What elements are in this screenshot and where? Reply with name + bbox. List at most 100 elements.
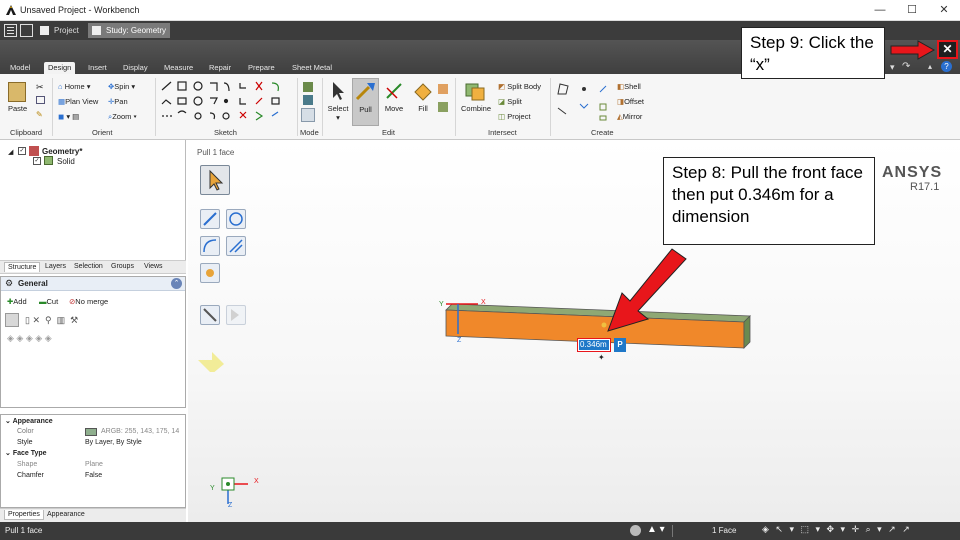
combine-tool[interactable]: Combine (460, 80, 492, 120)
dimension-input[interactable]: 0.346m (579, 340, 609, 350)
ribbon-tab-model[interactable]: Model (6, 62, 34, 74)
tree-item-geometry[interactable]: Geometry* (42, 147, 82, 156)
beam-model[interactable] (438, 290, 758, 380)
split-body-icon: ◩ (498, 82, 506, 91)
ribbon-tab-measure[interactable]: Measure (160, 62, 197, 74)
sketch-tools-grid[interactable] (160, 80, 296, 124)
shell-button[interactable]: ◧Shell (617, 82, 641, 91)
view-cube-dropdown[interactable]: ◼ ▾ ▤ (58, 112, 79, 121)
status-toolbar-icons[interactable]: ◈ ↖ ▾ ⬚ ▾ ✥ ▾ ✛ ⌕ ▾ ↗ ↗ (762, 524, 912, 535)
quick-access-dropdown[interactable]: ▾ (890, 62, 895, 73)
split-icon: ◪ (498, 97, 506, 106)
status-triangle-icon[interactable]: ▲ ▾ (647, 524, 665, 535)
ribbon-collapse-icon[interactable]: ▴ (928, 62, 932, 71)
view-icon: ▤ (72, 112, 80, 121)
redo-icon[interactable]: ↷ (902, 61, 910, 72)
sweep-guide[interactable] (200, 236, 220, 256)
beam-end-face[interactable] (743, 315, 751, 349)
separator (322, 78, 323, 136)
offset-button[interactable]: ◨Offset (617, 97, 644, 106)
dimension-input-box[interactable]: 0.346m (577, 338, 611, 352)
tab-selection[interactable]: Selection (71, 262, 106, 271)
spin-button[interactable]: ✥Spin ▾ (108, 82, 135, 91)
color-row[interactable]: Color ARGB: 255, 143, 175, 14 (5, 427, 183, 437)
tab-properties[interactable]: Properties (4, 510, 44, 520)
ribbon-tab-repair[interactable]: Repair (205, 62, 235, 74)
zoom-button[interactable]: ⌕Zoom ▾ (108, 112, 137, 122)
face-type-section[interactable]: ⌄ Face Type (5, 449, 183, 459)
fill-tool[interactable]: Fill (412, 80, 434, 120)
tree-expand-icon[interactable]: ◢ (8, 148, 13, 156)
appearance-section[interactable]: ⌄ Appearance (5, 417, 183, 427)
style-row[interactable]: Style By Layer, By Style (5, 438, 183, 448)
project-button[interactable]: ◫ Project (498, 112, 531, 121)
shape-row: Shape Plane (5, 460, 183, 470)
sketch-mode-icon[interactable] (303, 82, 313, 92)
maximize-button[interactable]: ☐ (896, 0, 928, 20)
option-toggle-1[interactable] (5, 313, 19, 327)
paste-button[interactable]: Paste (8, 104, 27, 113)
close-study-button[interactable]: ✕ (937, 40, 958, 59)
cut-option[interactable]: ▬Cut (39, 297, 58, 306)
select-tool[interactable]: Select ▾ (327, 80, 349, 124)
blend-guide[interactable] (200, 263, 220, 283)
ribbon-tab-insert[interactable]: Insert (84, 62, 111, 74)
pull-tool[interactable]: Pull (352, 78, 379, 126)
paste-icon[interactable] (8, 82, 26, 102)
revolve-guide[interactable] (226, 209, 246, 229)
close-window-button[interactable]: ✕ (928, 0, 960, 20)
tab-project[interactable]: Project (36, 23, 83, 38)
tab-study-geometry[interactable]: Study: Geometry (88, 23, 171, 38)
ribbon-tab-display[interactable]: Display (119, 62, 152, 74)
draft-guide[interactable] (226, 236, 246, 256)
minimize-button[interactable]: — (864, 0, 896, 20)
move-tool[interactable]: Move (383, 80, 405, 120)
tab-structure[interactable]: Structure (4, 262, 41, 272)
replace-icon[interactable] (438, 84, 448, 94)
properties-panel: ⌄ Appearance Color ARGB: 255, 143, 175, … (0, 414, 186, 508)
mirror-button[interactable]: ◭Mirror (617, 112, 642, 121)
create-tools-grid[interactable] (556, 82, 612, 122)
cut-icon[interactable]: ✂ (36, 82, 44, 93)
plan-view-button[interactable]: ▦Plan View (58, 97, 98, 106)
layout-icon[interactable] (20, 24, 33, 37)
tab-views[interactable]: Views (141, 262, 166, 271)
collapse-icon[interactable]: ⌃ (171, 278, 182, 289)
section-mode-icon[interactable] (303, 95, 313, 105)
color-swatch (85, 428, 97, 436)
options-guide[interactable] (200, 305, 220, 325)
pan-button[interactable]: ✛Pan (108, 97, 128, 106)
ribbon-tab-sheet-metal[interactable]: Sheet Metal (288, 62, 336, 74)
tab-layers[interactable]: Layers (42, 262, 69, 271)
offset-label: Offset (624, 97, 644, 106)
menu-icon[interactable] (4, 24, 17, 37)
separator (297, 78, 298, 136)
dimension-pin-button[interactable]: P (614, 338, 626, 352)
option-icons-row-1[interactable]: ▯ ✕ ⚲ ▥ ⚒ (25, 315, 78, 326)
ribbon-tab-prepare[interactable]: Prepare (244, 62, 279, 74)
tree-item-solid[interactable]: Solid (57, 157, 75, 166)
ansys-version: R17.1 (910, 181, 940, 193)
tab-appearance[interactable]: Appearance (44, 510, 88, 519)
select-guide-button[interactable] (200, 165, 230, 195)
tweak-face-icon[interactable] (438, 102, 448, 112)
home-button[interactable]: ⌂ Home ▾ (58, 82, 91, 91)
status-sphere-icon[interactable] (630, 525, 641, 536)
solid-checkbox[interactable]: ✓ (33, 157, 41, 165)
select-label: Select (327, 104, 349, 113)
3d-mode-icon[interactable] (301, 108, 315, 122)
format-painter-icon[interactable]: ✎ (36, 110, 43, 119)
chamfer-row[interactable]: Chamfer False (5, 471, 183, 481)
options-panel: ⚙ General ⌃ ✚Add ▬Cut ⊘No merge ▯ ✕ ⚲ ▥ … (0, 276, 186, 408)
split-button[interactable]: ◪ Split (498, 97, 522, 106)
tab-groups[interactable]: Groups (108, 262, 137, 271)
complete-guide (226, 305, 246, 325)
pull-direction-guide[interactable] (200, 209, 220, 229)
add-option[interactable]: ✚Add (7, 297, 27, 306)
geometry-checkbox[interactable]: ✓ (18, 147, 26, 155)
split-body-button[interactable]: ◩ Split Body (498, 82, 541, 91)
help-icon[interactable]: ? (941, 61, 952, 72)
copy-icon[interactable] (36, 96, 45, 104)
no-merge-option[interactable]: ⊘No merge (69, 297, 108, 306)
ribbon-tab-design[interactable]: Design (44, 62, 76, 74)
